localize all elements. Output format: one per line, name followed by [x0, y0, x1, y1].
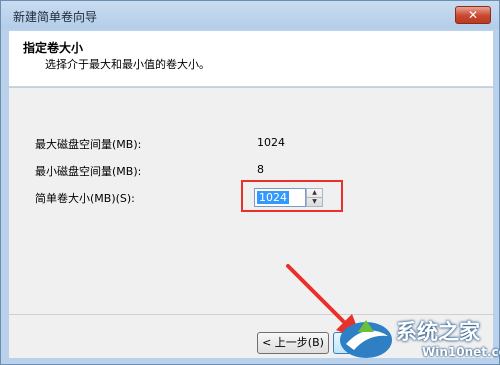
wizard-header: 指定卷大小 选择介于最大和最小值的卷大小。	[9, 31, 493, 87]
volume-size-label: 简单卷大小(MB)(S):	[35, 192, 135, 205]
watermark: 系统之家 Win10net.com	[330, 312, 500, 365]
volume-size-input[interactable]: 1024	[254, 188, 306, 207]
watermark-url: Win10net.com	[422, 345, 500, 359]
page-title: 指定卷大小	[23, 41, 84, 55]
watermark-title: 系统之家	[396, 320, 480, 344]
spin-down-icon[interactable]: ▼	[307, 198, 322, 207]
title-bar: 新建简单卷向导 ✕	[1, 1, 499, 29]
min-space-value: 8	[257, 163, 264, 176]
max-space-label: 最大磁盘空间量(MB):	[35, 138, 142, 151]
spin-up-icon[interactable]: ▲	[307, 189, 322, 198]
volume-size-value: 1024	[257, 191, 289, 204]
wizard-content: 最大磁盘空间量(MB): 1024 最小磁盘空间量(MB): 8 简单卷大小(M…	[9, 88, 493, 314]
min-space-label: 最小磁盘空间量(MB):	[35, 165, 142, 178]
back-button[interactable]: < 上一步(B)	[257, 332, 329, 354]
wizard-window: 新建简单卷向导 ✕ 指定卷大小 选择介于最大和最小值的卷大小。 最大磁盘空间量(…	[0, 0, 500, 365]
window-title: 新建简单卷向导	[13, 10, 98, 24]
volume-size-spinner[interactable]: ▲ ▼	[306, 188, 323, 207]
watermark-logo-icon	[340, 320, 392, 358]
page-subtitle: 选择介于最大和最小值的卷大小。	[45, 58, 210, 71]
close-button[interactable]: ✕	[455, 6, 491, 24]
max-space-value: 1024	[257, 136, 285, 149]
